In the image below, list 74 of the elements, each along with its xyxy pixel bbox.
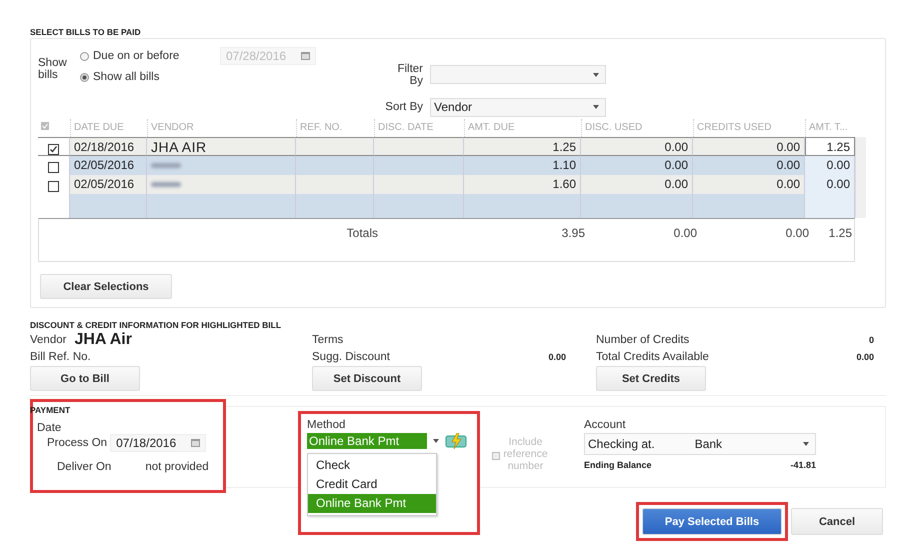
radio-option[interactable]: Show all bills <box>80 69 220 85</box>
calendar-icon[interactable] <box>191 439 200 447</box>
table-cell: JHA AIR <box>147 137 296 156</box>
amount-field[interactable]: 0.00 <box>805 156 855 175</box>
ending-balance-value: -41.81 <box>790 460 816 470</box>
checkbox-header-icon <box>41 122 49 130</box>
vendor-label: Vendor <box>30 334 66 346</box>
table-cell: 02/18/2016 <box>70 137 147 156</box>
caret-icon[interactable] <box>593 105 599 109</box>
caret-icon[interactable] <box>433 439 439 443</box>
show-bills-label: Show bills <box>38 57 68 83</box>
sugg-discount-value: 0.00 <box>548 352 566 362</box>
table-cell <box>805 194 855 218</box>
vendor-name: JHA Air <box>74 330 132 348</box>
date-field[interactable]: 07/18/2016 <box>110 434 206 452</box>
amount-field[interactable]: 0.00 <box>805 175 855 194</box>
method-dropdown[interactable]: Online Bank Pmt <box>307 433 427 449</box>
table-cell: 1.25 <box>464 137 581 156</box>
table-cell: 0.00 <box>693 156 805 175</box>
section-title: DISCOUNT & CREDIT INFORMATION FOR HIGHLIGHTED BILL <box>30 320 282 331</box>
table-cell: 0.00 <box>693 137 805 156</box>
total-credits-value: 0.00 <box>856 352 874 362</box>
bill-ref-label: Bill Ref. No. <box>30 350 91 362</box>
clear-selections-button[interactable]: Clear Selections <box>40 274 172 299</box>
sort-dropdown[interactable]: Vendor <box>430 98 606 116</box>
check-lightning-icon <box>445 433 467 449</box>
method-label: Method <box>307 419 346 431</box>
table-cell: 0.00 <box>693 175 805 194</box>
go-to-bill-button[interactable]: Go to Bill <box>30 366 140 391</box>
amount-field[interactable]: 1.25 <box>805 137 855 156</box>
scrollbar[interactable] <box>855 137 866 218</box>
radio-option[interactable]: Due on or before <box>80 48 220 64</box>
table-cell: 02/05/2016 <box>70 156 147 175</box>
table-cell: 0.00 <box>581 175 693 194</box>
menu-item[interactable]: Check <box>308 456 436 475</box>
filter-label: Filter By <box>396 62 424 86</box>
table-cell: 02/05/2016 <box>70 175 147 194</box>
credits-count: 0 <box>868 334 874 344</box>
cancel-button[interactable]: Cancel <box>791 508 883 535</box>
table-cell: 0.00 <box>581 156 693 175</box>
process-on-label: Process On <box>47 437 108 449</box>
terms-label: Terms <box>312 334 344 346</box>
ending-balance-label: Ending Balance <box>584 460 652 470</box>
total-value: 1.25 <box>828 225 853 242</box>
checkbox[interactable] <box>48 180 59 192</box>
sugg-discount-label: Sugg. Discount <box>312 350 390 362</box>
date-label: Date <box>37 422 62 434</box>
total-credits-label: Total Credits Available <box>596 350 709 362</box>
checkbox[interactable] <box>48 144 59 155</box>
caret-icon[interactable] <box>803 442 809 446</box>
menu-item[interactable]: Credit Card <box>308 475 436 494</box>
total-value: 3.95 <box>560 225 586 242</box>
account-label: Account <box>584 419 626 431</box>
total-value: 0.00 <box>784 225 810 242</box>
blurred-text <box>151 182 181 188</box>
set-credits-button[interactable]: Set Credits <box>596 366 706 391</box>
totals-label: Totals <box>346 225 379 242</box>
checkbox[interactable] <box>48 162 59 173</box>
sort-label: Sort By <box>384 101 424 113</box>
include-reference-label: Include reference number <box>503 436 548 472</box>
table-cell: 1.60 <box>464 175 581 194</box>
table-cell: 1.10 <box>464 156 581 175</box>
caret-icon[interactable] <box>593 72 599 76</box>
blurred-text <box>151 163 181 168</box>
deliver-on-value: not provided <box>145 461 209 473</box>
deliver-on-label: Deliver On <box>57 461 112 473</box>
section-title: SELECT BILLS TO BE PAID <box>30 27 142 38</box>
account-dropdown[interactable]: Checking at. Bank <box>584 433 816 455</box>
total-value: 0.00 <box>672 225 698 242</box>
menu-item[interactable]: Online Bank Pmt <box>308 494 436 513</box>
set-discount-button[interactable]: Set Discount <box>312 366 422 391</box>
credits-count-label: Number of Credits <box>596 334 690 346</box>
table-cell: 0.00 <box>581 137 693 156</box>
pay-button[interactable]: Pay Selected Bills <box>642 508 782 535</box>
